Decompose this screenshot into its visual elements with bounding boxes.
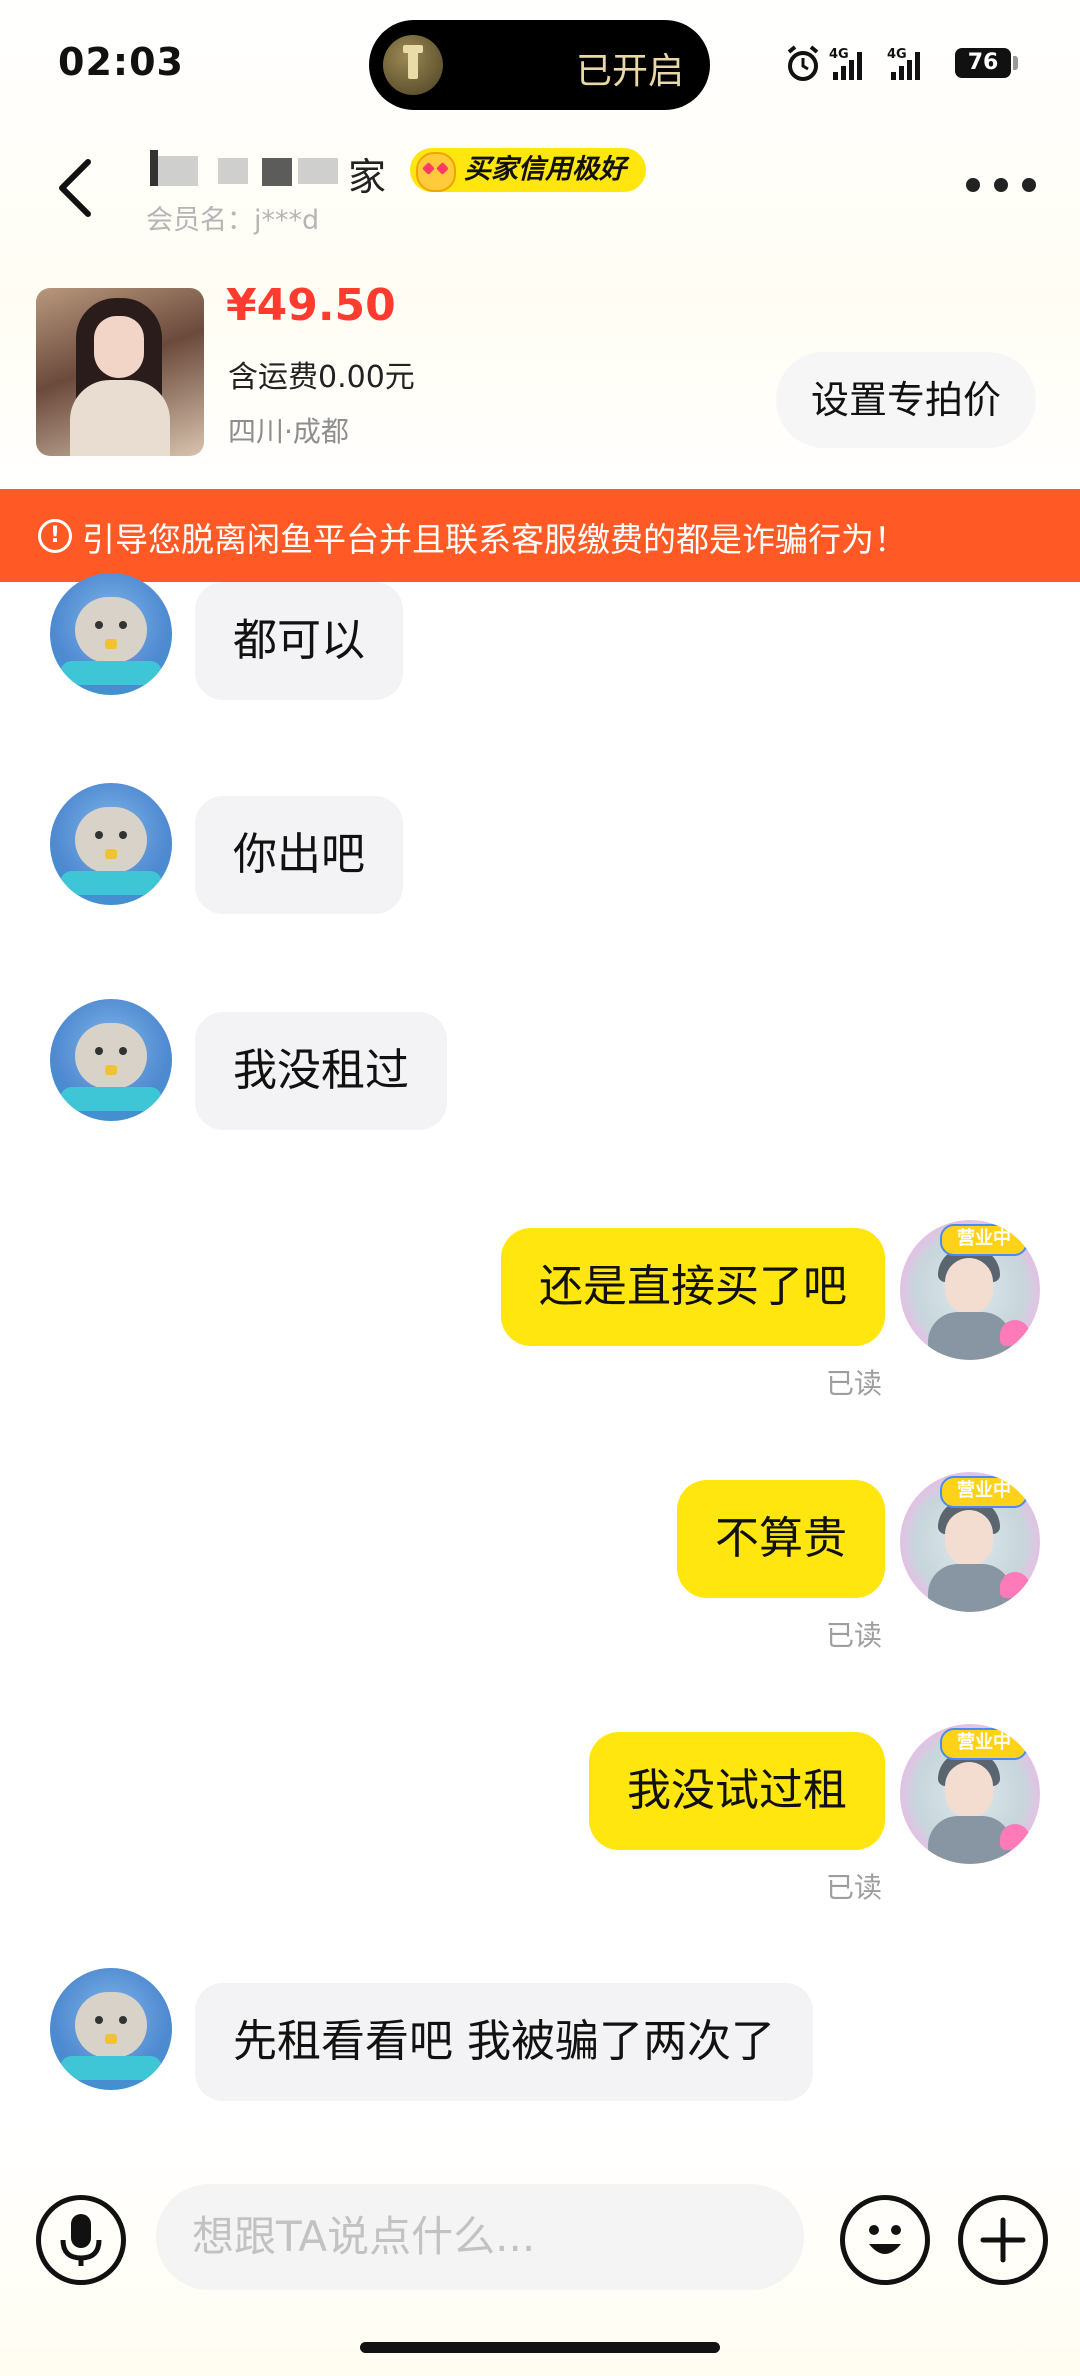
- seller-name-text: 家: [348, 155, 387, 199]
- other-avatar[interactable]: [50, 1968, 172, 2090]
- product-price: ¥49.50: [226, 280, 396, 331]
- message-bubble-left[interactable]: 先租看看吧 我被骗了两次了: [195, 1983, 813, 2101]
- signal-icon: 4G: [829, 47, 862, 80]
- more-actions-button[interactable]: [958, 2195, 1048, 2285]
- status-time: 02:03: [58, 40, 184, 84]
- other-avatar[interactable]: [50, 783, 172, 905]
- product-thumbnail[interactable]: [36, 288, 204, 456]
- warning-text: 引导您脱离闲鱼平台并且联系客服缴费的都是诈骗行为！: [82, 520, 907, 559]
- emoji-button[interactable]: [840, 2195, 930, 2285]
- plus-icon: [980, 2217, 1026, 2263]
- shipping-fee: 含运费0.00元: [228, 360, 415, 395]
- business-tag: 营业中: [940, 1224, 1028, 1256]
- other-avatar[interactable]: [50, 999, 172, 1121]
- name-redaction: [262, 158, 292, 186]
- message-bubble-left[interactable]: 都可以: [195, 582, 403, 700]
- name-redaction: [298, 158, 338, 184]
- network-type-2: 4G: [887, 47, 907, 62]
- voice-button[interactable]: [36, 2195, 126, 2285]
- product-location: 四川·成都: [228, 415, 349, 448]
- name-redaction: [218, 158, 248, 184]
- credit-badge[interactable]: 买家信用极好: [410, 148, 646, 192]
- message-bubble-left[interactable]: 我没租过: [195, 1012, 447, 1130]
- read-status: 已读: [826, 1367, 883, 1400]
- more-options-icon[interactable]: [966, 178, 1036, 194]
- warning-icon: !: [38, 519, 72, 553]
- message-bubble-right[interactable]: 还是直接买了吧: [501, 1228, 885, 1346]
- battery-tip: [1013, 56, 1018, 70]
- microphone-icon: [60, 2214, 102, 2266]
- home-indicator[interactable]: [360, 2342, 720, 2353]
- set-special-price-button[interactable]: 设置专拍价: [776, 352, 1036, 448]
- business-tag: 营业中: [940, 1476, 1028, 1508]
- battery-icon: 76: [955, 48, 1011, 78]
- flashlight-icon: [383, 35, 443, 95]
- dynamic-island[interactable]: 已开启: [369, 20, 710, 110]
- read-status: 已读: [826, 1871, 883, 1904]
- credit-badge-text: 买家信用极好: [464, 154, 626, 185]
- member-name: 会员名：j***d: [146, 205, 320, 236]
- name-redaction: [150, 150, 158, 186]
- my-avatar[interactable]: 营业中: [900, 1472, 1040, 1612]
- heart-eyes-emoji-icon: [416, 152, 456, 192]
- flashlight-status: 已开启: [575, 51, 684, 92]
- message-input[interactable]: [156, 2184, 804, 2290]
- message-bubble-left[interactable]: 你出吧: [195, 796, 403, 914]
- message-bubble-right[interactable]: 我没试过租: [589, 1732, 885, 1850]
- message-bubble-right[interactable]: 不算贵: [677, 1480, 885, 1598]
- read-status: 已读: [826, 1619, 883, 1652]
- fraud-warning-banner: ! 引导您脱离闲鱼平台并且联系客服缴费的都是诈骗行为！: [0, 489, 1080, 582]
- name-redaction: [158, 156, 198, 186]
- signal-icon-2: 4G: [887, 47, 920, 80]
- seller-name[interactable]: 家: [148, 146, 398, 199]
- back-arrow-icon[interactable]: [50, 158, 100, 218]
- my-avatar[interactable]: 营业中: [900, 1220, 1040, 1360]
- my-avatar[interactable]: 营业中: [900, 1724, 1040, 1864]
- alarm-icon: [787, 45, 819, 81]
- smiley-icon: [869, 2225, 901, 2254]
- other-avatar[interactable]: [50, 573, 172, 695]
- business-tag: 营业中: [940, 1728, 1028, 1760]
- network-type-1: 4G: [829, 47, 849, 62]
